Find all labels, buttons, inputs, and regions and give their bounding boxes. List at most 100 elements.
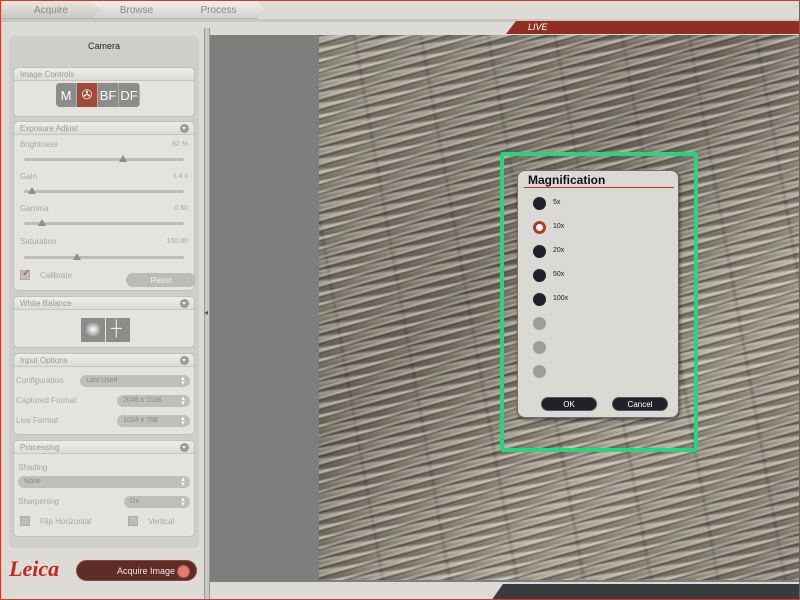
saturation-value: 100.00 [166,238,188,245]
tab-process[interactable]: Process [171,1,266,19]
imaging-mode-toggle: M ✇ BF DF [56,83,140,107]
calibrate-checkbox[interactable]: ✓ [20,268,31,280]
brightness-label: Brightness [20,140,58,149]
captured-format-label: Captured Format [16,396,77,405]
magnification-option-label: 5x [553,199,561,206]
magnification-option [533,365,653,379]
white-balance-section: White Balance ┼ [13,296,195,348]
gain-slider[interactable] [24,187,184,194]
mode-bf-button[interactable]: BF [98,83,119,107]
saturation-label: Saturation [20,237,57,246]
magnification-option-label: 100x [553,295,569,302]
dialog-title: Magnification [528,173,606,187]
ok-button[interactable]: OK [541,397,597,411]
white-balance-title: White Balance [20,299,72,308]
live-format-dropdown[interactable]: 1024 x 768 ▴ ▾ [117,415,190,427]
processing-section: Processing Shading None ▴ ▾ Sharpening On ▴… [13,440,195,537]
collapse-arrow-icon[interactable]: ◂ [204,308,208,317]
gamma-slider-thumb[interactable] [37,219,46,226]
gain-label: Gain [20,172,37,181]
tab-acquire[interactable]: Acquire [1,1,101,19]
radio-button[interactable] [533,269,546,282]
radio-button [533,341,546,354]
processing-header[interactable]: Processing [14,441,194,454]
gain-slider-thumb[interactable] [28,187,36,194]
chevron-down-icon[interactable] [180,443,189,452]
captured-format-dropdown[interactable]: 2048 x 1536 ▴ ▾ [117,395,190,407]
white-balance-header[interactable]: White Balance [14,297,194,310]
mode-fluorescence-button[interactable]: ✇ [77,83,98,107]
radio-button[interactable] [533,293,546,306]
auto-white-balance-button[interactable] [81,318,105,342]
mode-df-button[interactable]: DF [119,83,140,107]
crosshair-icon: ┼ [111,320,122,337]
radio-button[interactable] [533,245,546,258]
brightness-value: 82 % [172,141,188,148]
magnification-option [533,341,653,355]
processing-title: Processing [20,443,60,452]
flip-horizontal-checkbox[interactable] [20,516,30,526]
reset-button[interactable]: Reset [126,273,196,287]
magnification-option-label: 20x [553,247,565,254]
radio-button [533,317,546,330]
exposure-header[interactable]: Exposure Adjust [14,122,194,135]
shading-label: Shading [18,463,48,472]
magnification-dialog: Magnification 5x 10x 20x 50x 100x OK Cancel [517,170,679,418]
brightness-slider[interactable] [24,155,184,162]
magnification-option[interactable]: 20x [533,245,653,259]
gamma-slider[interactable] [24,219,184,226]
app-window: Process Browse Acquire LIVE Camera Image… [0,0,800,600]
sharpening-label: Sharpening [18,497,59,506]
exposure-section: Exposure Adjust Brightness 82 % Gain 1.4… [13,121,196,291]
cancel-button[interactable]: Cancel [612,397,668,411]
tab-acquire-label: Acquire [34,4,68,16]
radio-button[interactable] [533,197,546,210]
workflow-tabs: Process Browse Acquire [1,1,799,19]
dropdown-arrows-icon: ▴ ▾ [181,476,185,488]
magnification-option[interactable]: 100x [533,293,653,307]
exposure-title: Exposure Adjust [20,124,78,133]
saturation-slider[interactable] [24,253,184,260]
chevron-down-icon[interactable] [180,124,189,133]
chevron-down-icon[interactable] [180,356,189,365]
configuration-value: Last Used [86,377,118,384]
live-format-label: Live Format [16,416,59,425]
magnification-option-label: 10x [553,223,565,230]
image-controls-title: Image Controls [20,70,75,79]
pick-white-balance-button[interactable]: ┼ [106,318,130,342]
live-format-value: 1024 x 768 [123,417,158,424]
tab-browse-label: Browse [119,4,154,16]
shading-dropdown[interactable]: None ▴ ▾ [18,476,190,488]
configuration-label: Configuration [16,376,64,385]
camera-panel: Camera Image Controls M ✇ BF DF Exposure… [9,36,199,548]
flip-horizontal-label: Flip Horizontal [40,517,92,526]
radio-button[interactable] [533,221,546,234]
saturation-slider-thumb[interactable] [72,253,81,260]
dialog-title-divider [524,187,674,188]
status-strip [491,584,799,599]
checkmark-icon: ✓ [22,268,31,279]
acquire-image-label: Acquire Image [117,565,176,576]
magnification-option [533,317,653,331]
auto-wb-icon [86,323,100,336]
configuration-dropdown[interactable]: Last Used ▴ ▾ [80,375,190,387]
flip-vertical-checkbox[interactable] [128,516,138,526]
calibrate-label: Calibrate [40,271,73,280]
leica-logo: Leica [9,556,60,581]
input-options-title: Input Options [20,356,68,365]
brightness-slider-thumb[interactable] [119,155,128,162]
acquire-image-button[interactable]: Acquire Image [76,560,197,581]
sharpening-dropdown[interactable]: On ▴ ▾ [124,496,190,508]
magnification-option[interactable]: 10x [533,221,653,235]
input-options-header[interactable]: Input Options [14,354,194,367]
magnification-option-label: 50x [553,271,565,278]
mode-m-button[interactable]: M [56,83,77,107]
chevron-down-icon[interactable] [180,299,189,308]
image-controls-section: Image Controls M ✇ BF DF [13,67,195,117]
tab-browse[interactable]: Browse [89,1,184,19]
gamma-label: Gamma [20,204,49,213]
magnification-option[interactable]: 5x [533,197,653,211]
panel-title: Camera [87,41,120,51]
record-icon [177,565,190,578]
magnification-option[interactable]: 50x [533,269,653,283]
